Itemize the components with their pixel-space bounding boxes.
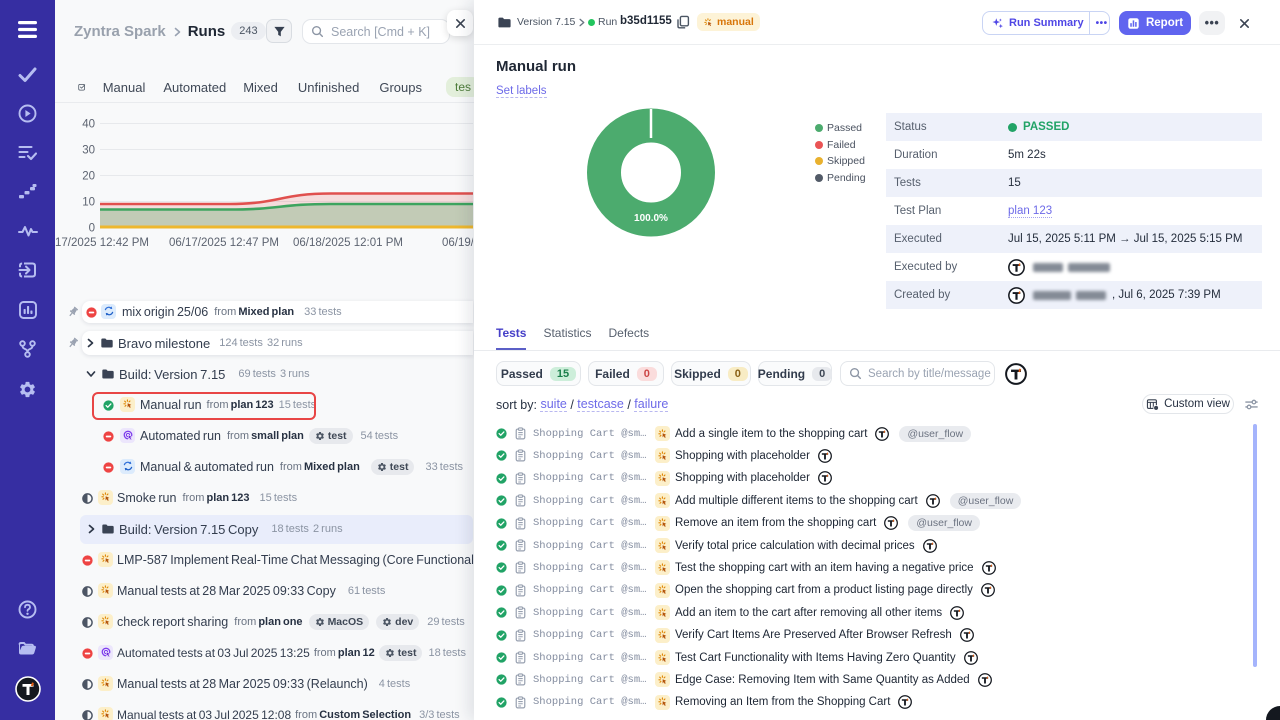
svg-text:06/17/2025 12:47 PM: 06/17/2025 12:47 PM [169,237,279,249]
svg-text:100.0%: 100.0% [634,213,668,224]
svg-text:06/19/2025: 06/19/2025 [442,237,473,249]
svg-text:20: 20 [82,171,95,183]
svg-text:06/18/2025 12:01 PM: 06/18/2025 12:01 PM [293,237,403,249]
svg-text:17/2025 12:42 PM: 17/2025 12:42 PM [55,237,149,249]
svg-text:0: 0 [89,223,95,235]
svg-text:10: 10 [82,197,95,209]
svg-text:40: 40 [82,119,95,131]
svg-text:30: 30 [82,145,95,157]
